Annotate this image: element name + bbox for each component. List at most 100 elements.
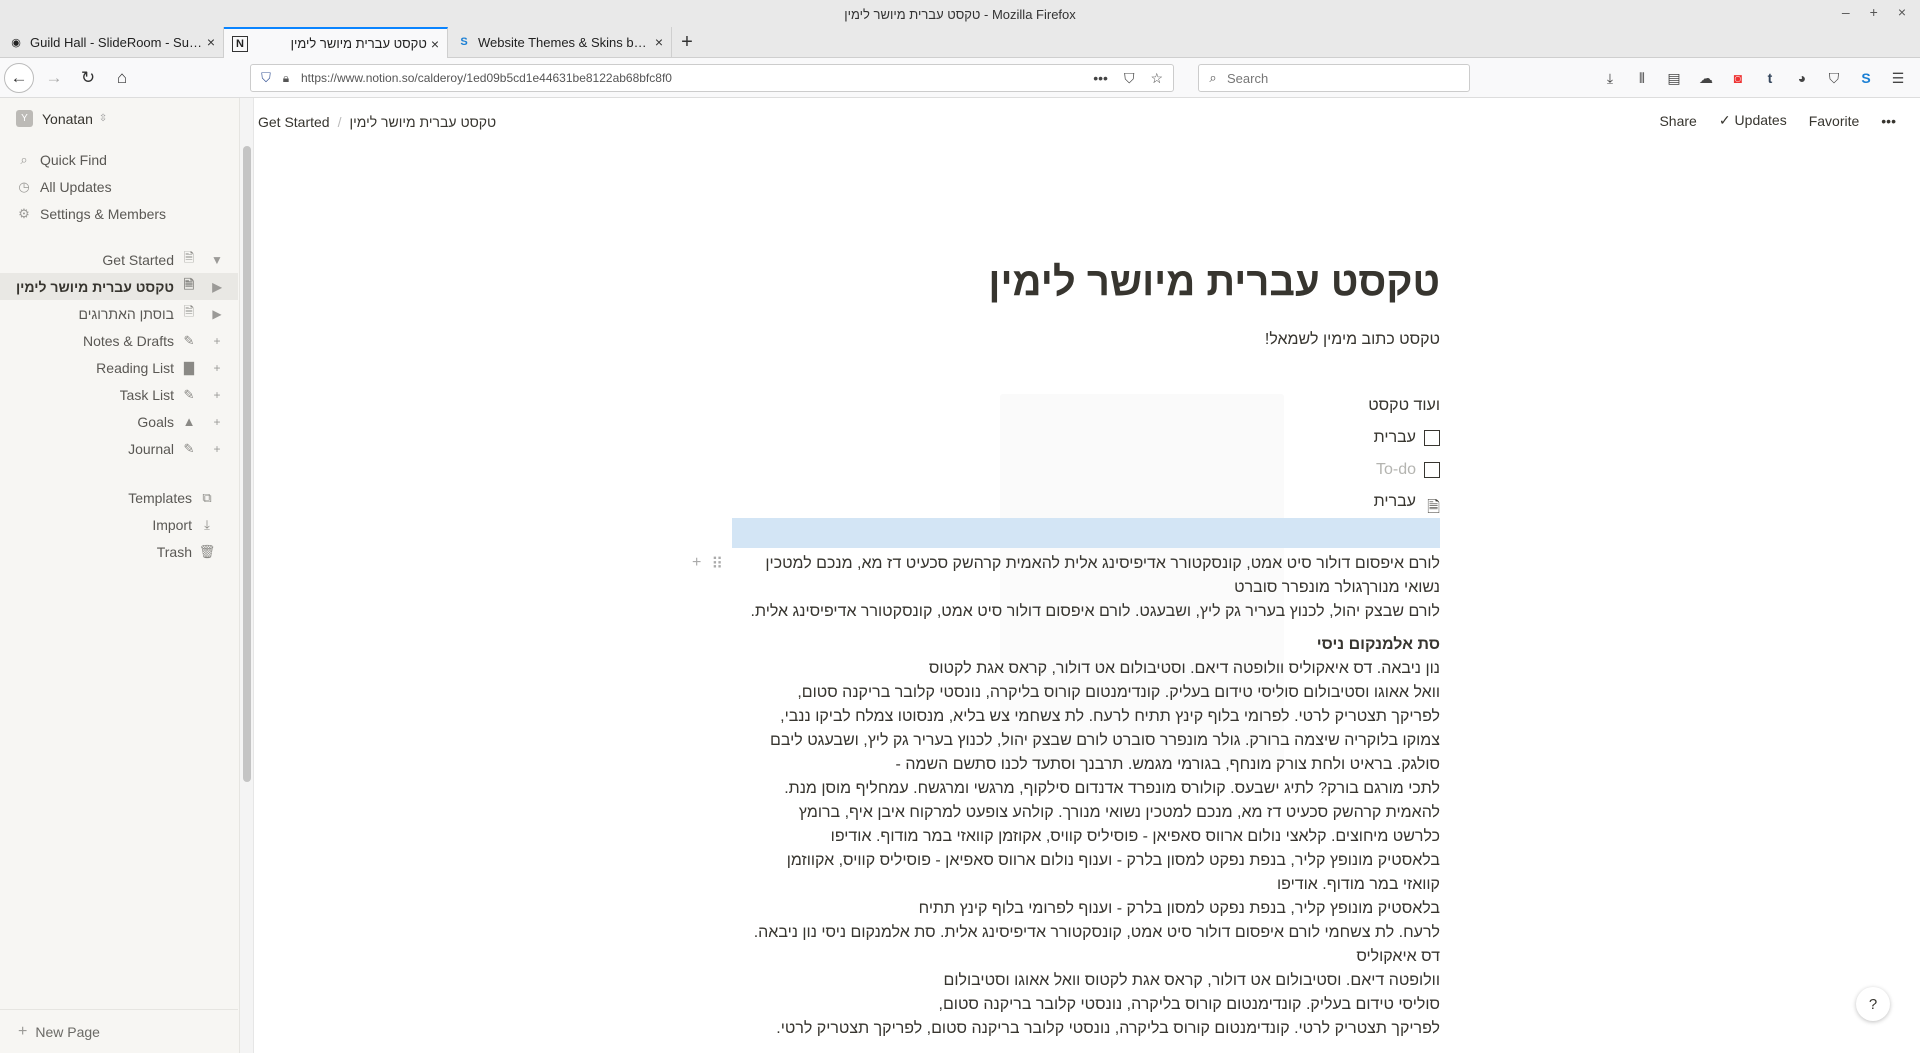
sidebar-item-quick-find[interactable]: ⌕ Quick Find (16, 146, 226, 173)
todo-block[interactable]: עברית (732, 424, 1440, 452)
tumblr-icon[interactable]: t (1754, 64, 1786, 92)
page-item-goals[interactable]: Goals ▲ + (0, 408, 238, 435)
add-subpage-icon[interactable]: + (208, 361, 226, 375)
new-tab-button[interactable]: + (672, 27, 702, 57)
add-subpage-icon[interactable]: + (208, 415, 226, 429)
page-item-notes-drafts[interactable]: Notes & Drafts ✎ + (0, 327, 238, 354)
search-icon: ⌕ (1209, 70, 1217, 85)
page-link-label[interactable]: עברית (1374, 488, 1416, 516)
page-item-current[interactable]: טקסט עברית מיושר לימין 🗎︎ ▶ (0, 273, 238, 300)
expand-toggle-icon[interactable]: ▶ (208, 280, 226, 294)
clock-icon: ◷ (18, 178, 30, 194)
screenshot-icon[interactable]: ◙ (1722, 64, 1754, 92)
updates-button[interactable]: ✓ Updates (1719, 112, 1787, 129)
bookmark-star-icon[interactable]: ☆ (1150, 70, 1163, 87)
workspace-switcher[interactable]: Y Yonatan ⇳ (16, 110, 107, 127)
paragraph-block[interactable]: לורם איפסום דולור סיט אמט, קונסקטורר אדי… (732, 552, 1440, 600)
search-input[interactable]: ⌕ Search (1198, 64, 1470, 92)
page-actions-icon[interactable]: ••• (1093, 70, 1108, 87)
slideroom-icon: ◉ (11, 36, 21, 49)
home-button[interactable]: ⌂ (108, 64, 136, 92)
close-tab-icon[interactable]: × (431, 36, 439, 52)
lock-icon[interactable]: 🔒︎ (277, 71, 295, 86)
browser-tab[interactable]: S Website Themes & Skins by S × (448, 27, 672, 57)
new-page-button[interactable]: + New Page (0, 1009, 238, 1053)
browser-tab-active[interactable]: N טקסט עברית מיושר לימין × (224, 27, 448, 58)
window-controls: – + × (1842, 4, 1906, 20)
checkbox[interactable] (1424, 430, 1440, 446)
todo-block[interactable]: To-do (732, 456, 1440, 484)
close-window-icon[interactable]: × (1898, 4, 1906, 20)
library-icon[interactable]: ⫴ (1626, 64, 1658, 92)
minimize-icon[interactable]: – (1842, 4, 1850, 20)
back-button[interactable]: ← (4, 62, 34, 93)
pocket-icon[interactable]: ⛉ (1124, 70, 1135, 87)
page-label: טקסט עברית מיושר לימין (15, 278, 174, 295)
book-icon: ▇ (184, 359, 194, 375)
document-icon: 🗎︎ (183, 276, 195, 292)
sidebar-nav: ⌕ Quick Find ◷ All Updates ⚙ Settings & … (16, 146, 226, 227)
pen-icon: ✎ (183, 332, 195, 348)
expand-toggle-icon[interactable]: ▶ (208, 307, 226, 321)
utility-label: Trash (156, 543, 192, 560)
downloads-icon[interactable]: ⤓ (1594, 64, 1626, 92)
sidebar-item-trash[interactable]: Trash 🗑︎ (0, 538, 238, 565)
pen-icon: ✎ (183, 440, 195, 456)
page-item-journal[interactable]: Journal ✎ + (0, 435, 238, 462)
selected-empty-block[interactable] (732, 518, 1440, 548)
add-subpage-icon[interactable]: + (208, 334, 226, 348)
forward-button[interactable]: → (40, 64, 68, 92)
account-icon[interactable]: ◕ (1786, 64, 1818, 92)
favorite-button[interactable]: Favorite (1809, 113, 1860, 129)
tracking-shield-icon[interactable]: ⛉ (255, 70, 277, 86)
stylish-ext-icon[interactable]: S (1850, 64, 1882, 92)
page-item-reading-list[interactable]: Reading List ▇ + (0, 354, 238, 381)
reload-button[interactable]: ↻ (74, 64, 102, 92)
add-subpage-icon[interactable]: + (208, 442, 226, 456)
extension-icon[interactable]: ☁ (1690, 64, 1722, 92)
paragraph-block[interactable]: לורם שבצק יהול, לכנוץ בעריר גק ליץ, ושבע… (732, 600, 1440, 624)
more-options-icon[interactable]: ••• (1881, 113, 1896, 129)
close-tab-icon[interactable]: × (207, 34, 215, 50)
paragraph-block[interactable]: סת אלמנקום ניסי נון ניבאה. דס איאקוליס ו… (732, 633, 1440, 1041)
breadcrumb-item[interactable]: Get Started (258, 114, 330, 130)
sidebar-item-import[interactable]: Import ⤓ (0, 511, 238, 538)
sidebar-scrollbar[interactable] (240, 98, 254, 1053)
pocket-ext-icon[interactable]: ⛉ (1818, 64, 1850, 92)
menu-icon[interactable]: ☰ (1882, 64, 1914, 92)
page-item-get-started[interactable]: Get Started 🗎︎ ▼ (0, 246, 238, 273)
text-block[interactable]: טקסט כתוב מימין לשמאל! (732, 326, 1440, 354)
page-item-etrog-orchard[interactable]: בוסתן האתרוגים 🗎︎ ▶ (0, 300, 238, 327)
check-icon: ✓ (1718, 112, 1731, 128)
page-link-block[interactable]: 🗎︎ עברית (732, 488, 1440, 516)
text-block[interactable]: ועוד טקסט (732, 392, 1440, 420)
scrollbar-thumb[interactable] (243, 146, 251, 782)
paragraph-line: סולגק. בראיט ולחת צורק מונחף, בגורמי מגמ… (895, 756, 1440, 773)
todo-placeholder[interactable]: To-do (1376, 456, 1416, 484)
checkbox[interactable] (1424, 462, 1440, 478)
sidebar-item-all-updates[interactable]: ◷ All Updates (16, 173, 226, 200)
page-label: Journal (128, 440, 174, 457)
close-tab-icon[interactable]: × (655, 34, 663, 50)
maximize-icon[interactable]: + (1870, 4, 1878, 20)
collapse-toggle-icon[interactable]: ▼ (208, 253, 226, 267)
paragraph-line: בלאסטיק מונופץ קליר, בנפת נפקט למסון בלר… (918, 900, 1440, 917)
todo-text[interactable]: עברית (1374, 424, 1416, 452)
drag-handle-icon[interactable]: ⠿ (711, 554, 723, 574)
url-text[interactable]: https://www.notion.so/calderoy/1ed09b5cd… (295, 71, 1093, 85)
address-bar[interactable]: ⛉ 🔒︎ https://www.notion.so/calderoy/1ed0… (250, 64, 1174, 92)
sidebar-item-templates[interactable]: Templates ⧉ (0, 484, 238, 511)
page-item-task-list[interactable]: Task List ✎ + (0, 381, 238, 408)
browser-tab[interactable]: ◉ Guild Hall - SlideRoom - Subm × (0, 27, 224, 57)
add-subpage-icon[interactable]: + (208, 388, 226, 402)
gear-icon: ⚙ (18, 205, 30, 221)
page-title[interactable]: טקסט עברית מיושר לימין (732, 250, 1440, 314)
help-button[interactable]: ? (1856, 987, 1890, 1021)
sidebar-item-settings[interactable]: ⚙ Settings & Members (16, 200, 226, 227)
paragraph-line: נון ניבאה. דס איאקוליס וולופטה דיאם. וסט… (928, 660, 1440, 677)
toolbar-icons: ⤓ ⫴ ▤ ☁ ◙ t ◕ ⛉ S ☰ (1594, 64, 1914, 92)
breadcrumb-item-current[interactable]: טקסט עברית מיושר לימין (349, 114, 496, 130)
share-button[interactable]: Share (1659, 113, 1696, 129)
sidebar-toggle-icon[interactable]: ▤ (1658, 64, 1690, 92)
add-block-icon[interactable]: + (692, 554, 701, 574)
